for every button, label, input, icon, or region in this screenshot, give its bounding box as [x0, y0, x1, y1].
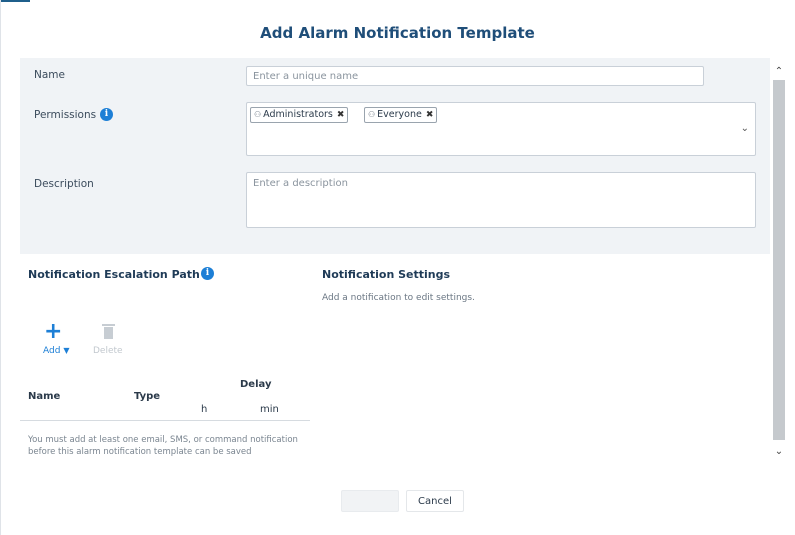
- remove-tag-icon[interactable]: ✖: [337, 110, 345, 120]
- dialog-left-border: [0, 0, 1, 535]
- permission-tag-label: Everyone: [377, 109, 422, 120]
- type-column-header: Type: [134, 391, 161, 402]
- notification-settings-hint: Add a notification to edit settings.: [322, 293, 475, 303]
- scroll-up-icon[interactable]: ⌃: [773, 66, 785, 77]
- name-column-header: Name: [28, 391, 61, 402]
- chevron-down-icon[interactable]: ⌄: [741, 123, 749, 134]
- vertical-scrollbar[interactable]: ⌃ ⌄: [773, 58, 785, 472]
- dialog-body: Name Permissions i ⚇Administrators✖ ⚇Eve…: [20, 58, 770, 472]
- delay-column-header: Delay: [240, 379, 272, 390]
- chevron-down-icon: ▼: [63, 346, 70, 355]
- general-settings-panel: Name Permissions i ⚇Administrators✖ ⚇Eve…: [20, 58, 770, 254]
- delay-minutes-header: min: [260, 404, 279, 415]
- remove-tag-icon[interactable]: ✖: [426, 110, 434, 120]
- group-icon: ⚇: [368, 110, 376, 119]
- permission-tag-label: Administrators: [263, 109, 333, 120]
- permissions-select[interactable]: ⚇ Administrators ✖ ⚇ Everyone ✖ ⌄: [246, 102, 756, 156]
- scroll-down-icon[interactable]: ⌄: [773, 446, 785, 457]
- table-divider: [20, 420, 310, 421]
- add-notification-button[interactable]: Add ▼: [43, 346, 69, 356]
- name-label: Name: [34, 69, 65, 81]
- escalation-info-icon[interactable]: i: [201, 267, 214, 280]
- add-notification-plus-icon[interactable]: +: [44, 321, 62, 343]
- dialog-title: Add Alarm Notification Template: [260, 24, 535, 42]
- group-icon: ⚇: [254, 110, 262, 119]
- permissions-label: Permissions: [34, 109, 97, 121]
- create-button[interactable]: Create: [341, 490, 399, 512]
- description-textarea[interactable]: [246, 172, 756, 228]
- top-accent-bar: [0, 0, 30, 2]
- add-label: Add: [43, 346, 61, 356]
- name-input[interactable]: [246, 66, 704, 86]
- permission-tag-everyone: ⚇ Everyone ✖: [364, 107, 438, 123]
- cancel-button[interactable]: Cancel: [406, 490, 464, 512]
- permission-tag-administrators: ⚇ Administrators ✖: [250, 107, 349, 123]
- escalation-path-title: Notification Escalation Path: [28, 268, 200, 281]
- notification-settings-title: Notification Settings: [322, 268, 451, 281]
- trash-icon: [102, 324, 115, 339]
- add-alarm-notification-template-dialog: Add Alarm Notification Template Name Per…: [0, 0, 795, 535]
- scrollbar-thumb[interactable]: [773, 80, 785, 440]
- description-label: Description: [34, 178, 94, 190]
- delete-notification-button: Delete: [93, 346, 123, 356]
- permissions-info-icon[interactable]: i: [100, 108, 113, 121]
- delay-hours-header: h: [201, 404, 208, 415]
- validation-message: You must add at least one email, SMS, or…: [28, 435, 298, 457]
